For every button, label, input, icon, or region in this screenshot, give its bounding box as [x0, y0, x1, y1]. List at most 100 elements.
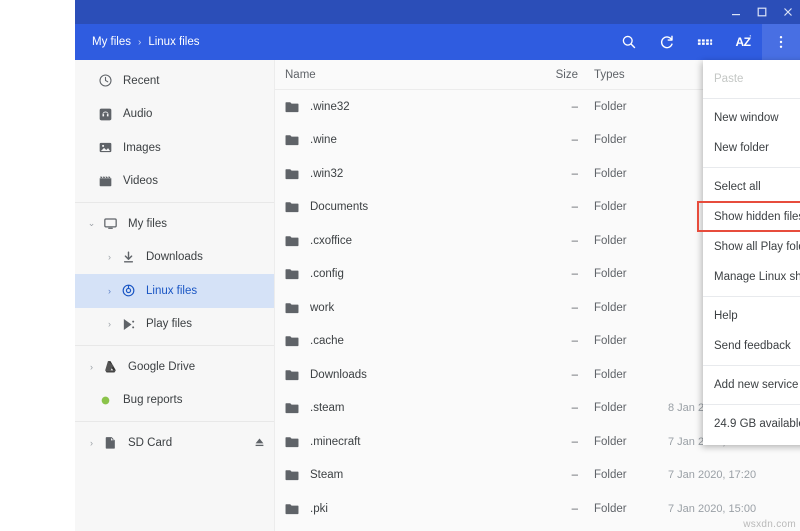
breadcrumb: My files › Linux files: [92, 36, 199, 48]
file-type-cell: Folder: [594, 234, 627, 247]
chevron-right-icon[interactable]: ›: [83, 438, 100, 448]
refresh-icon: [659, 34, 675, 50]
sidebar-item-label: SD Card: [128, 436, 173, 449]
file-row[interactable]: .pki – Folder 7 Jan 2020, 15:00: [275, 492, 800, 526]
bug-reports-icon: [95, 393, 116, 408]
sidebar-item-label: Videos: [123, 175, 158, 188]
file-row[interactable]: Steam – Folder 7 Jan 2020, 17:20: [275, 459, 800, 493]
refresh-button[interactable]: [648, 24, 686, 60]
sidebar-item-label: Bug reports: [123, 394, 183, 407]
sidebar-item-downloads[interactable]: › Downloads: [75, 241, 274, 275]
menu-item-select-all[interactable]: Select allCtrl+A: [703, 172, 800, 202]
watermark: wsxdn.com: [743, 519, 796, 530]
file-name-label: Steam: [310, 469, 344, 482]
app-toolbar: My files › Linux files AZ ↑: [75, 24, 800, 60]
menu-item-label: Manage Linux sharing: [714, 271, 800, 283]
file-name-cell: .win32: [275, 168, 520, 180]
menu-separator: [703, 98, 800, 99]
audio-icon: [95, 107, 116, 122]
folder-icon: [285, 436, 299, 448]
file-name-label: work: [310, 301, 335, 314]
file-name-cell: .pki: [275, 503, 520, 515]
folder-icon: [285, 503, 299, 515]
toolbar-actions: AZ ↑: [610, 24, 800, 60]
breadcrumb-item-linux-files[interactable]: Linux files: [148, 36, 199, 48]
linux-penguin-icon: [118, 283, 139, 298]
download-icon: [118, 250, 139, 265]
sidebar-item-label: Audio: [123, 108, 153, 121]
sidebar-item-images[interactable]: Images: [75, 131, 274, 165]
file-type-cell: Folder: [594, 268, 627, 281]
file-size-cell: –: [571, 402, 578, 415]
menu-item-add-new-service[interactable]: Add new service▶: [703, 370, 800, 400]
file-name-cell: Downloads: [275, 369, 520, 381]
sidebar-item-label: My files: [128, 217, 167, 230]
sort-az-button[interactable]: AZ ↑: [724, 24, 762, 60]
menu-item-new-window[interactable]: New windowCtrl+N: [703, 103, 800, 133]
sidebar-item-linux-files[interactable]: › Linux files: [75, 274, 274, 308]
folder-icon: [285, 369, 299, 381]
sidebar-item-videos[interactable]: Videos: [75, 165, 274, 199]
sidebar-item-google-drive[interactable]: › Google Drive: [75, 350, 274, 384]
breadcrumb-item-my-files[interactable]: My files: [92, 36, 131, 48]
chevron-right-icon[interactable]: ›: [101, 319, 118, 329]
file-name-label: Downloads: [310, 368, 367, 381]
grid-view-button[interactable]: [686, 24, 724, 60]
menu-item-label: Select all: [714, 181, 761, 193]
sidebar-item-play-files[interactable]: › Play files: [75, 308, 274, 342]
screenshot-root: My files › Linux files AZ ↑ Recent Audio…: [0, 0, 800, 531]
column-header-types[interactable]: Types: [578, 69, 644, 81]
sd-card-icon: [100, 435, 121, 450]
chevron-right-icon[interactable]: ›: [83, 362, 100, 372]
column-header-name[interactable]: Name: [275, 69, 520, 81]
menu-separator: [703, 167, 800, 168]
sidebar-item-sd-card[interactable]: › SD Card: [75, 426, 274, 460]
maximize-icon[interactable]: [756, 6, 768, 18]
menu-item-new-folder[interactable]: New folderCtrl+E: [703, 133, 800, 163]
file-type-cell: Folder: [594, 469, 627, 482]
sidebar-item-bug-reports[interactable]: Bug reports: [75, 384, 274, 418]
play-store-icon: [118, 317, 139, 332]
folder-icon: [285, 469, 299, 481]
more-options-menu: PasteCtrl+V New windowCtrl+NNew folderCtr…: [697, 60, 800, 445]
chevron-right-icon[interactable]: ›: [101, 286, 118, 296]
column-header-size[interactable]: Size: [520, 69, 578, 81]
google-drive-icon: [100, 359, 121, 374]
chevron-down-icon[interactable]: ⌄: [83, 218, 100, 229]
eject-icon[interactable]: [253, 436, 266, 449]
menu-item-help[interactable]: Help: [703, 301, 800, 331]
files-app-window: My files › Linux files AZ ↑ Recent Audio…: [75, 0, 800, 531]
search-button[interactable]: [610, 24, 648, 60]
menu-item-manage-linux-sharing[interactable]: Manage Linux sharing: [703, 262, 800, 292]
video-icon: [95, 174, 116, 189]
folder-icon: [285, 168, 299, 180]
sidebar-group: › Google Drive Bug reports: [75, 346, 274, 421]
file-type-cell: Folder: [594, 435, 627, 448]
sidebar-item-my-files[interactable]: ⌄ My files: [75, 207, 274, 241]
sidebar-item-label: Linux files: [146, 284, 198, 297]
more-options-button[interactable]: [762, 24, 800, 60]
grid-view-icon: [697, 35, 713, 49]
more-vert-icon: [773, 34, 789, 50]
sidebar-item-recent[interactable]: Recent: [75, 64, 274, 98]
file-name-cell: Documents: [275, 201, 520, 213]
file-type-cell: Folder: [594, 134, 627, 147]
close-icon[interactable]: [782, 6, 794, 18]
chevron-right-icon[interactable]: ›: [101, 252, 118, 262]
image-icon: [95, 140, 116, 155]
file-type-cell: Folder: [594, 201, 627, 214]
minimize-icon[interactable]: [730, 6, 742, 18]
menu-item-send-feedback[interactable]: Send feedback: [703, 331, 800, 361]
file-size-cell: –: [571, 368, 578, 381]
menu-item-show-hidden-files[interactable]: Show hidden files✓: [697, 201, 800, 232]
file-name-cell: .config: [275, 268, 520, 280]
sidebar-item-label: Images: [123, 141, 161, 154]
menu-item-label: New window: [714, 112, 779, 124]
menu-item-show-all-play-folders[interactable]: Show all Play folders: [703, 232, 800, 262]
menu-item-label: Send feedback: [714, 340, 791, 352]
file-size-cell: –: [571, 502, 578, 515]
sidebar-item-audio[interactable]: Audio: [75, 98, 274, 132]
file-size-cell: –: [571, 301, 578, 314]
menu-separator: [703, 296, 800, 297]
file-size-cell: –: [571, 201, 578, 214]
